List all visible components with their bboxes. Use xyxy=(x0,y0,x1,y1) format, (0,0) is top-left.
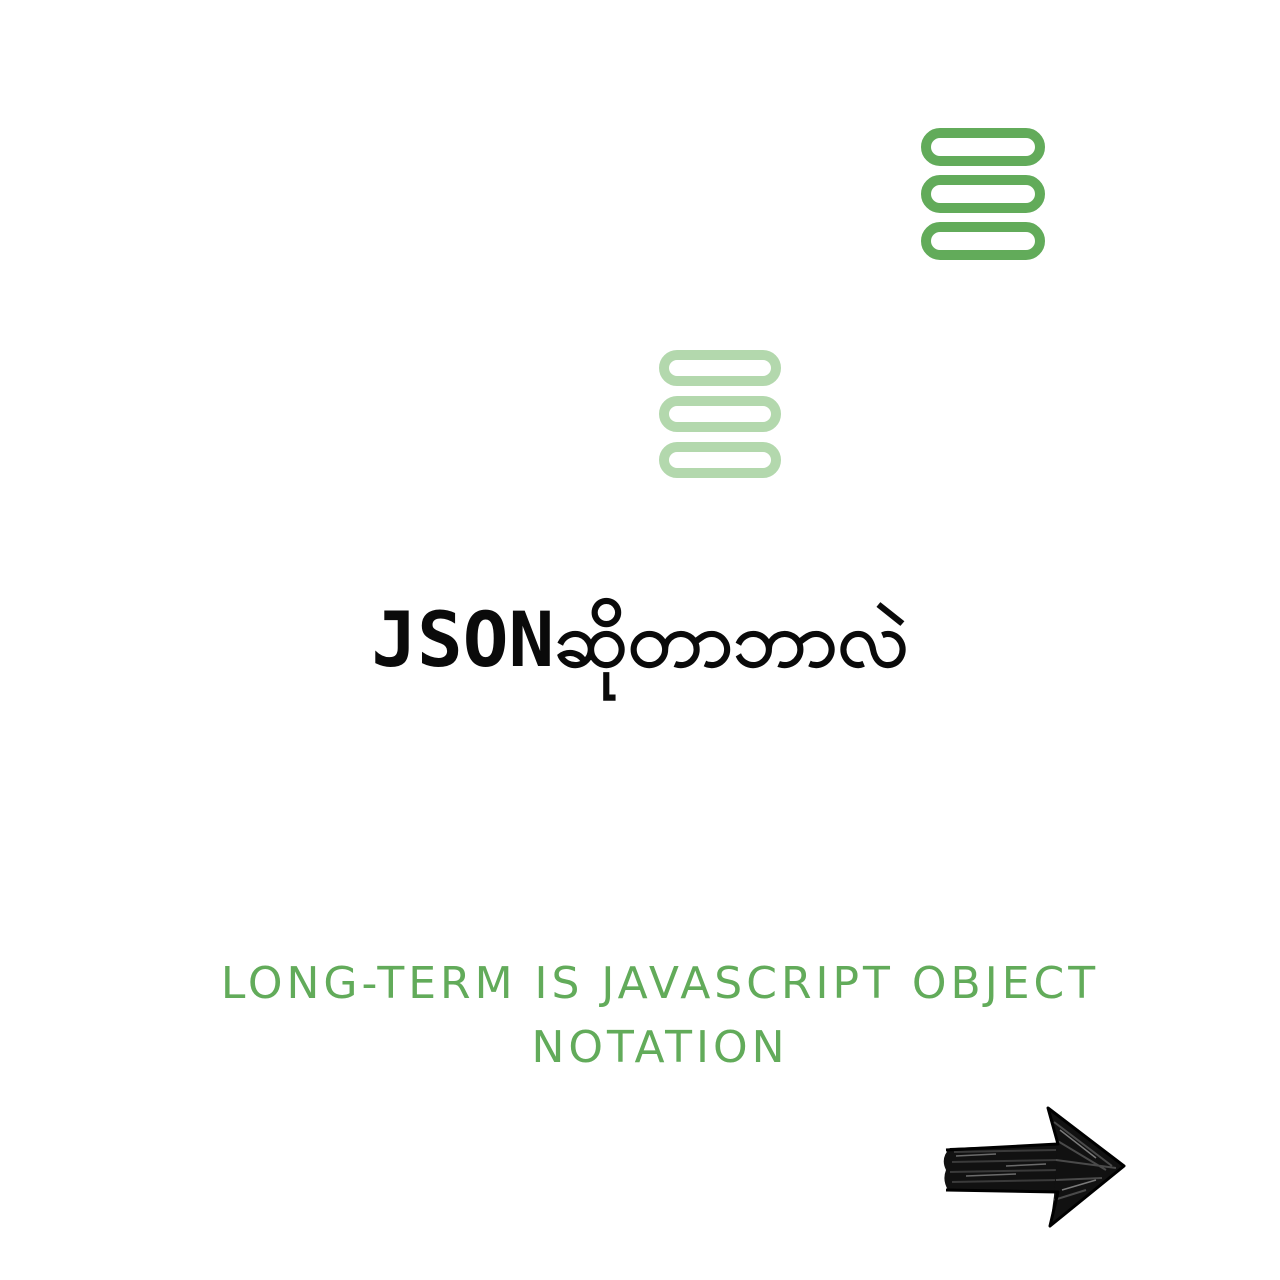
stacked-lines-icon xyxy=(921,128,1045,260)
slide: JSONဆိုတာဘာလဲ LONG-TERM IS JAVASCRIPT OB… xyxy=(0,0,1280,1280)
page-title: JSONဆိုတာဘာလဲ xyxy=(371,595,909,684)
arrow-right-icon[interactable] xyxy=(936,1100,1132,1234)
stacked-lines-icon xyxy=(659,350,781,478)
subtitle: LONG-TERM IS JAVASCRIPT OBJECT NOTATION xyxy=(220,958,1100,1073)
